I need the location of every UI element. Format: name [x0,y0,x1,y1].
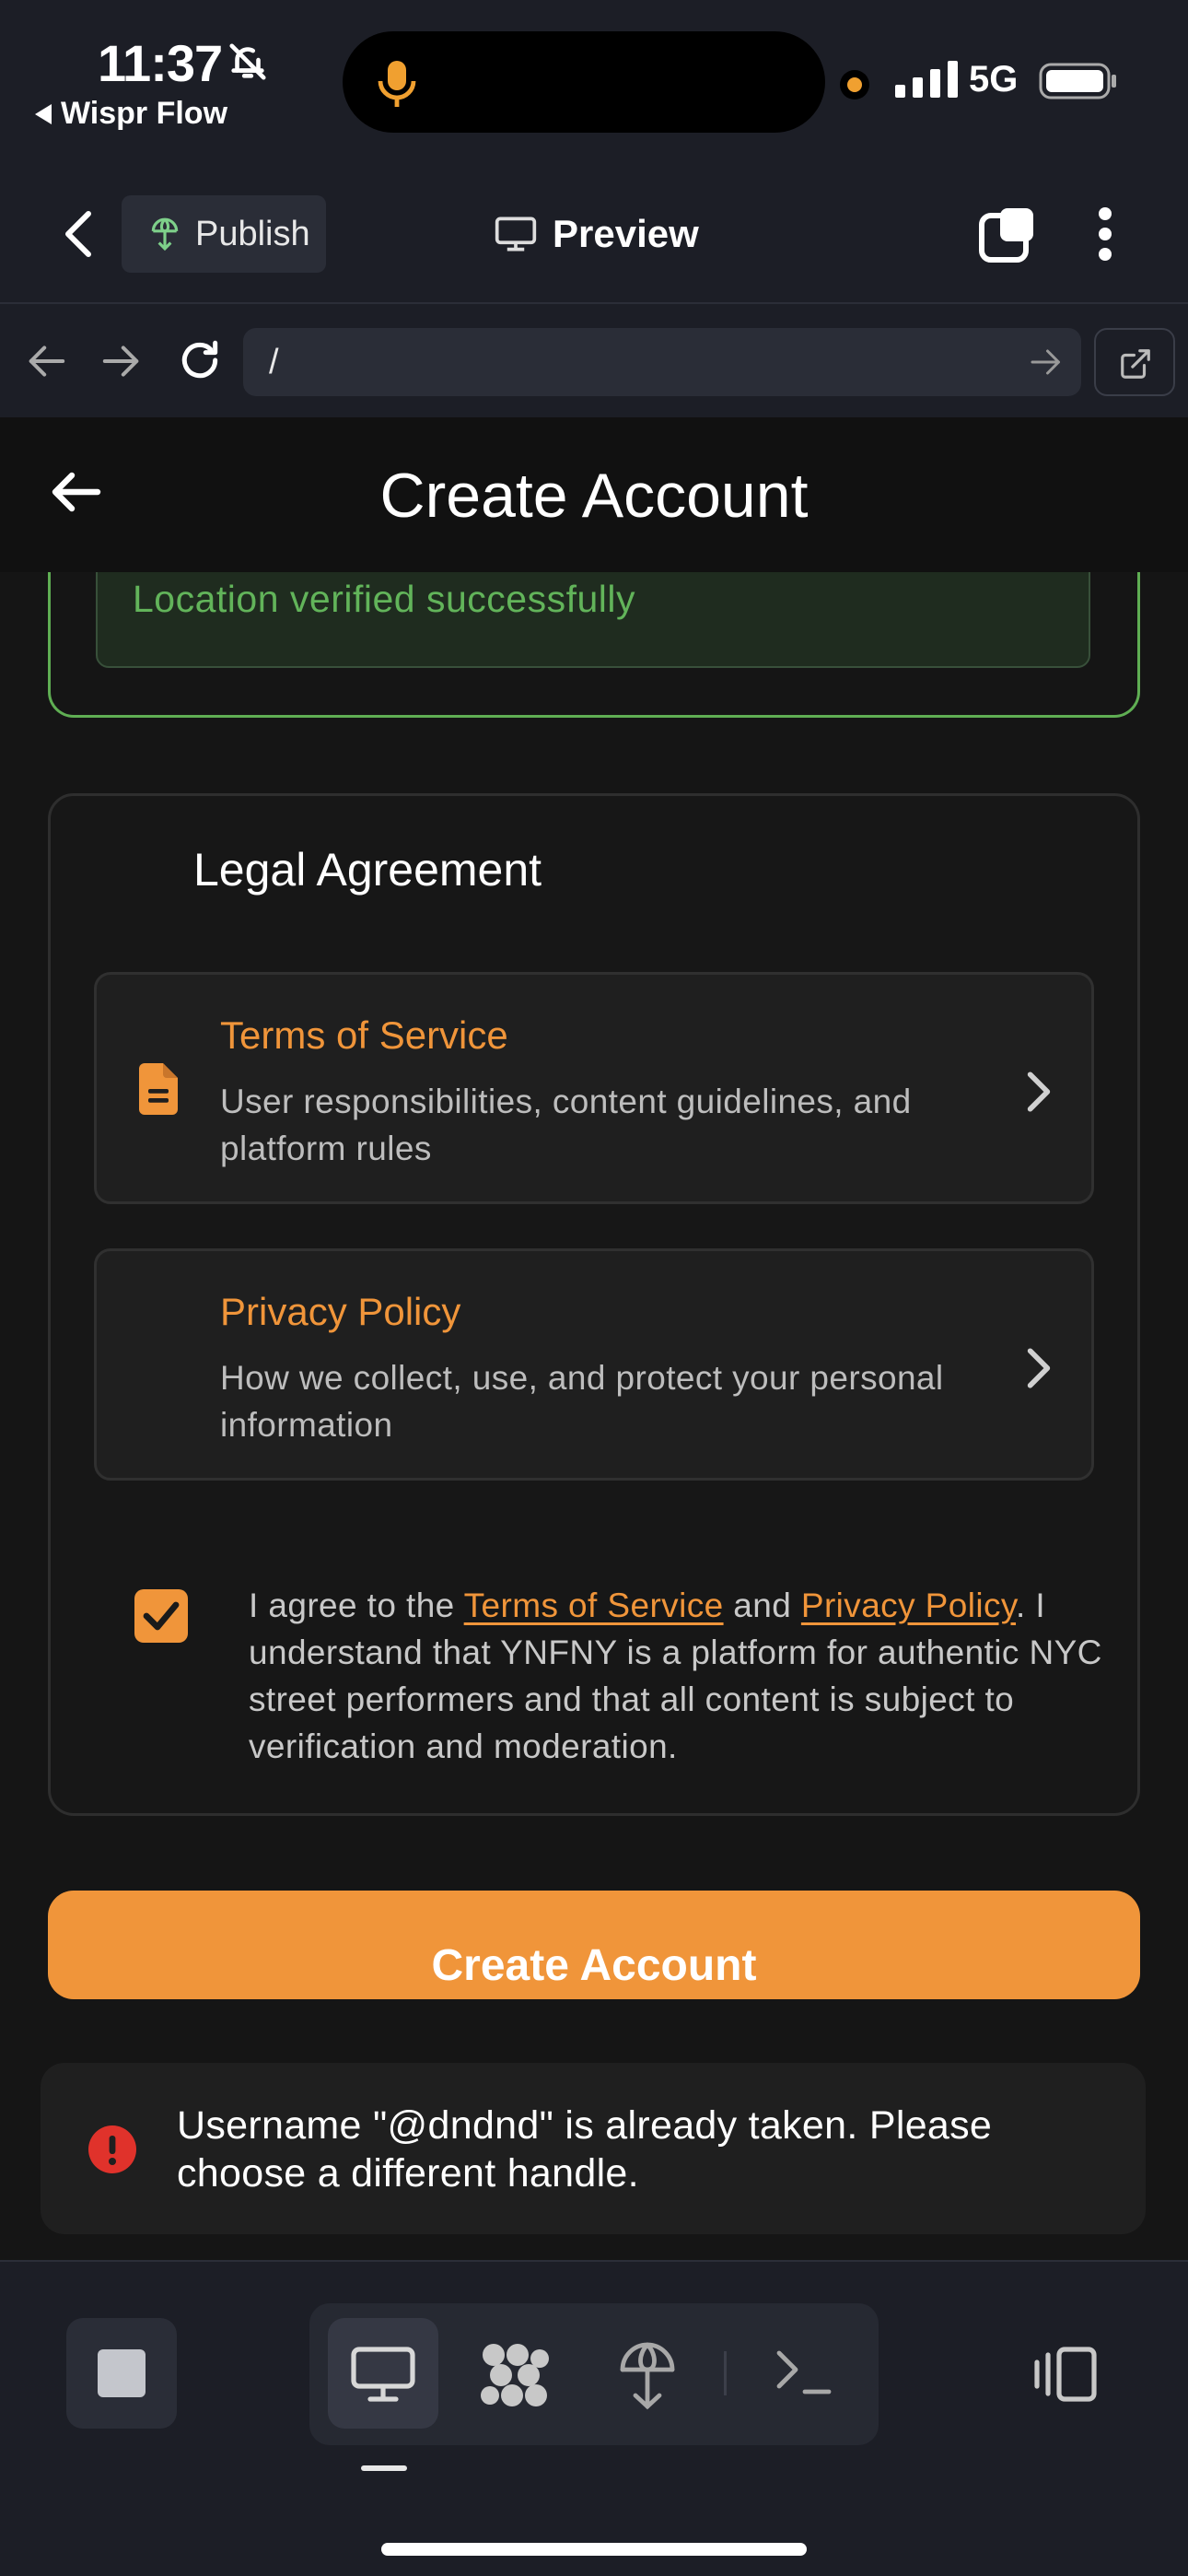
open-external-button[interactable] [1094,328,1175,396]
privacy-link[interactable]: Privacy Policy [801,1587,1016,1624]
chevron-right-icon [1027,1348,1051,1388]
agree-checkbox[interactable] [134,1589,188,1643]
location-status-text: Location verified successfully [133,578,635,620]
agree-and: and [723,1587,801,1624]
privacy-description: How we collect, use, and protect your pe… [220,1359,944,1444]
agree-prefix: I agree to the [249,1587,464,1624]
deploy-globe-icon[interactable] [619,2340,676,2410]
arrow-left-icon[interactable] [26,343,66,380]
reload-icon[interactable] [177,337,223,383]
document-icon [139,1063,178,1115]
network-type: 5G [969,59,1019,100]
agree-statement: I agree to the Terms of Service and Priv… [249,1582,1105,1770]
terms-title: Terms of Service [220,1013,508,1057]
signal-strength-icon [895,61,958,98]
terms-of-service-row[interactable]: Terms of Service User responsibilities, … [94,972,1094,1204]
page-title: Create Account [379,461,809,531]
back-chevron-icon[interactable] [61,210,98,258]
error-message: Username "@dndnd" is already taken. Plea… [177,2103,993,2195]
legal-agreement-title: Legal Agreement [193,844,542,896]
create-account-button[interactable]: Create Account [48,1891,1140,1999]
agent-icon[interactable] [479,2342,551,2408]
tabs-icon[interactable] [978,205,1037,263]
globe-icon [151,217,179,252]
more-options-icon[interactable] [1094,205,1116,263]
desktop-icon[interactable] [350,2346,416,2403]
external-link-icon [1121,349,1150,379]
home-indicator[interactable] [381,2543,807,2556]
tab-preview[interactable]: Preview [494,205,699,263]
monitor-icon [495,217,537,252]
back-to-app-link[interactable]: Wispr Flow [35,96,227,132]
active-tool-indicator [361,2465,407,2471]
back-triangle-icon [35,103,52,124]
back-app-label: Wispr Flow [61,96,228,131]
url-input[interactable]: / [243,328,1081,396]
privacy-policy-row[interactable]: Privacy Policy How we collect, use, and … [94,1248,1094,1481]
publish-button[interactable]: Publish [122,195,326,273]
go-arrow-icon[interactable] [1030,346,1063,378]
create-account-label: Create Account [431,1941,757,1990]
microphone-icon [378,61,416,107]
chevron-right-icon [1027,1071,1051,1112]
terms-description: User responsibilities, content guideline… [220,1083,912,1167]
preview-label: Preview [553,212,699,255]
shell-icon[interactable] [774,2346,833,2397]
terms-link[interactable]: Terms of Service [464,1587,724,1624]
layout-toggle-icon[interactable] [1031,2346,1098,2403]
app-viewport: Location verified successfully Create Ac… [0,417,1188,2260]
dynamic-island [343,31,825,133]
error-toast: Username "@dndnd" is already taken. Plea… [41,2063,1146,2234]
tool-separator [724,2351,727,2395]
publish-label: Publish [195,214,310,253]
recording-indicator [840,70,869,100]
checkmark-icon [143,1601,180,1631]
bell-off-icon [229,43,266,80]
stop-button[interactable] [66,2318,177,2429]
error-icon [88,2125,136,2173]
arrow-right-icon[interactable] [101,343,142,380]
battery-icon [1039,63,1116,100]
app-header: Create Account [0,417,1188,572]
status-time: 11:37 [98,34,223,92]
privacy-title: Privacy Policy [220,1290,461,1333]
